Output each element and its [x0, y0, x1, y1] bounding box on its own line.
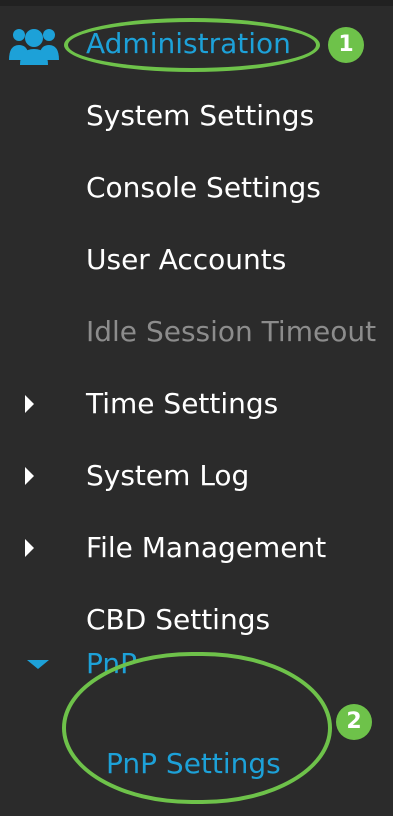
nav-item-time-settings[interactable]: Time Settings: [86, 386, 278, 422]
step-badge-1: 1: [328, 27, 364, 63]
nav-item-user-accounts[interactable]: User Accounts: [86, 242, 286, 278]
expand-caret-icon[interactable]: [25, 539, 34, 557]
nav-item-idle-session-timeout: Idle Session Timeout: [86, 315, 377, 348]
nav-item-file-management[interactable]: File Management: [86, 530, 326, 566]
nav-item-system-log[interactable]: System Log: [86, 458, 249, 494]
top-edge: [0, 0, 393, 6]
nav-item-system-settings[interactable]: System Settings: [86, 98, 314, 134]
expand-caret-icon[interactable]: [25, 467, 34, 485]
users-icon: [9, 29, 59, 65]
highlight-oval-pnp: [62, 652, 332, 804]
collapse-caret-icon[interactable]: [27, 660, 49, 669]
expand-caret-icon[interactable]: [25, 395, 34, 413]
highlight-oval-administration: [64, 18, 320, 72]
step-badge-2: 2: [336, 704, 372, 740]
nav-item-cbd-settings[interactable]: CBD Settings: [86, 602, 270, 638]
nav-item-console-settings[interactable]: Console Settings: [86, 170, 321, 206]
